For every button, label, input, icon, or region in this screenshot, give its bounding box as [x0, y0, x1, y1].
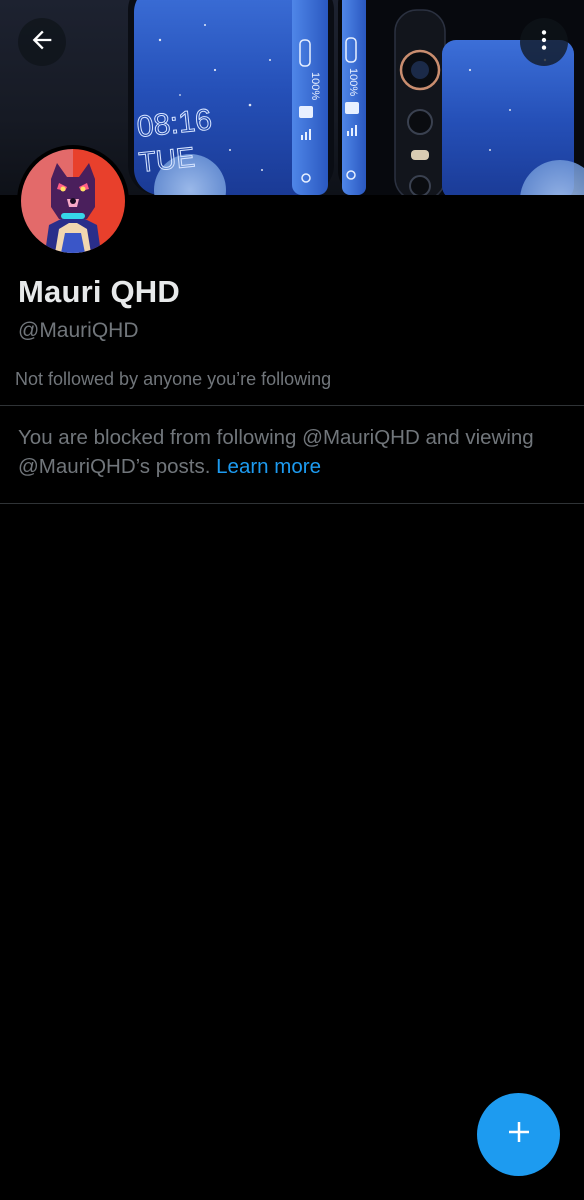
- learn-more-link[interactable]: Learn more: [216, 455, 321, 478]
- back-button[interactable]: [18, 18, 66, 66]
- followers-you-know[interactable]: Not followed by anyone you’re following: [15, 369, 331, 390]
- avatar[interactable]: [17, 145, 129, 257]
- profile-handle: @MauriQHD: [18, 319, 139, 342]
- divider: [0, 503, 584, 504]
- avatar-image: [21, 149, 125, 253]
- svg-text:TUE: TUE: [137, 141, 196, 178]
- more-vertical-icon: [531, 27, 557, 58]
- plus-icon: [504, 1117, 534, 1152]
- blocked-notice: You are blocked from following @MauriQHD…: [18, 423, 573, 481]
- svg-text:100%: 100%: [309, 72, 321, 100]
- arrow-left-icon: [28, 26, 56, 59]
- divider: [0, 405, 584, 406]
- compose-button[interactable]: [477, 1093, 560, 1176]
- svg-text:100%: 100%: [347, 68, 359, 96]
- profile-display-name: Mauri QHD: [18, 274, 180, 309]
- more-options-button[interactable]: [520, 18, 568, 66]
